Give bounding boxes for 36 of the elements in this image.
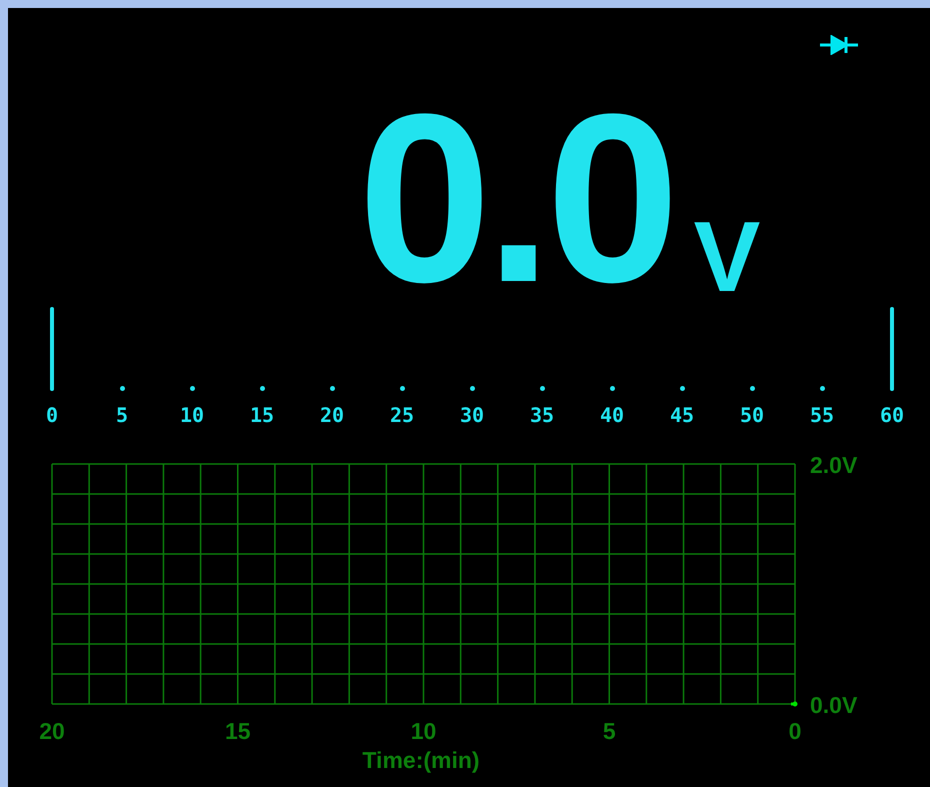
scale-label: 60 (880, 403, 904, 427)
scale-tick (330, 386, 334, 391)
x-axis-label: 5 (602, 718, 616, 744)
scale-label: 10 (180, 403, 204, 427)
scale-tick (680, 386, 684, 391)
x-axis-label: 0 (788, 718, 802, 744)
diode-icon (820, 35, 858, 55)
scale-label: 40 (600, 403, 624, 427)
x-axis-label: 10 (410, 718, 436, 744)
scale-label: 50 (740, 403, 764, 427)
y-axis-label: 0.0V (810, 692, 858, 718)
scale-tick (540, 386, 544, 391)
scale-label: 15 (250, 403, 274, 427)
scale-tick (190, 386, 194, 391)
scale-tick (120, 386, 124, 391)
x-axis-title: Time:(min) (362, 747, 480, 773)
scale-label: 25 (390, 403, 414, 427)
reading-value: 0.0 (358, 100, 674, 297)
x-axis-label: 20 (39, 718, 65, 744)
scale-tick (610, 386, 614, 391)
scale-label: 55 (810, 403, 834, 427)
scale-label: 35 (530, 403, 554, 427)
scale-label: 20 (320, 403, 344, 427)
scale-label: 30 (460, 403, 484, 427)
scale-tick (470, 386, 474, 391)
scale-tick (750, 386, 754, 391)
scale-label: 45 (670, 403, 694, 427)
scale-tick (400, 386, 404, 391)
y-axis-label: 2.0V (810, 452, 858, 478)
scale-tick (820, 386, 824, 391)
scale-label: 5 (116, 403, 128, 427)
data-point (792, 702, 798, 706)
scale-tick (260, 386, 264, 391)
scale-label: 0 (46, 403, 58, 427)
x-axis-label: 15 (224, 718, 251, 744)
reading-unit: V (694, 217, 760, 297)
